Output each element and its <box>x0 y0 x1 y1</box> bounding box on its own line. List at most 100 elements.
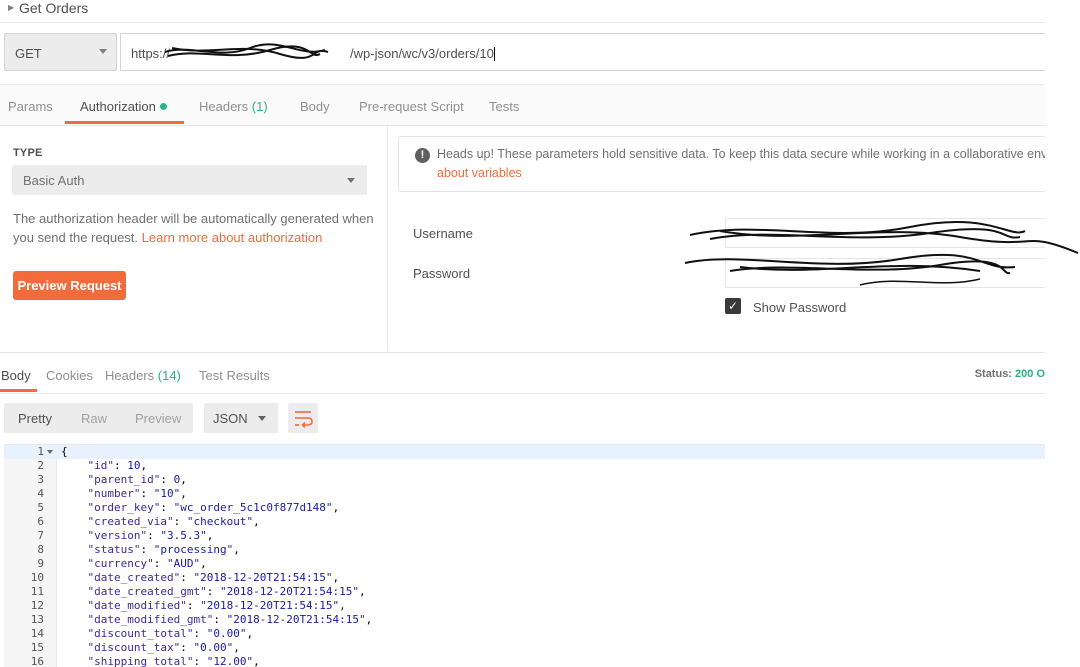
code-text: "created_via": "checkout", <box>87 515 260 528</box>
code-line: 13 "date_modified_gmt": "2018-12-20T21:5… <box>4 613 1045 627</box>
active-response-tab-underline <box>0 389 37 392</box>
json-key: "discount_total" <box>87 627 194 640</box>
code-text: { <box>61 445 68 458</box>
tab-response-headers[interactable]: Headers (14) <box>105 368 181 383</box>
code-line: 11 "date_created_gmt": "2018-12-20T21:54… <box>4 585 1045 599</box>
code-text: "number": "10", <box>87 487 187 500</box>
json-value: 0 <box>173 473 181 486</box>
tab-tests[interactable]: Tests <box>489 99 519 114</box>
json-key: "discount_tax" <box>87 641 181 654</box>
password-label: Password <box>413 266 471 281</box>
json-key: "date_modified" <box>87 599 187 612</box>
tab-headers[interactable]: Headers (1) <box>199 99 268 114</box>
code-line: 3 "parent_id": 0, <box>4 473 1045 487</box>
sensitive-data-warning: ! Heads up! These parameters hold sensit… <box>398 136 1045 192</box>
username-label: Username <box>413 226 473 241</box>
chevron-down-icon <box>99 49 107 54</box>
json-key: "date_created" <box>87 571 181 584</box>
caret-right-icon[interactable]: ▶ <box>8 3 14 12</box>
status-code: 200 O <box>1015 368 1045 380</box>
code-text: "currency": "AUD", <box>87 557 207 570</box>
code-line: 4 "number": "10", <box>4 487 1045 501</box>
fold-arrow-icon[interactable] <box>47 450 53 454</box>
code-line: 14 "discount_total": "0.00", <box>4 627 1045 641</box>
code-text: "date_modified_gmt": "2018-12-20T21:54:1… <box>87 613 373 626</box>
variables-link[interactable]: about variables <box>437 166 522 180</box>
line-number: 8 <box>37 543 44 556</box>
code-line: 7 "version": "3.5.3", <box>4 529 1045 543</box>
pretty-button[interactable]: Pretty <box>18 411 52 426</box>
code-text: "date_created": "2018-12-20T21:54:15", <box>87 571 340 584</box>
tab-cookies[interactable]: Cookies <box>46 368 93 383</box>
json-key: "currency" <box>87 557 154 570</box>
json-value: "2018-12-20T21:54:15" <box>200 599 340 612</box>
request-tabs: Params Authorization Headers (1) Body Pr… <box>0 84 1045 126</box>
json-value: "0.00" <box>193 641 234 654</box>
method-label: GET <box>15 46 42 61</box>
line-number: 3 <box>37 473 44 486</box>
code-line: 8 "status": "processing", <box>4 543 1045 557</box>
json-value: "checkout" <box>186 515 254 528</box>
json-value: "AUD" <box>166 557 201 570</box>
wrap-lines-icon <box>295 411 313 429</box>
json-key: "parent_id" <box>87 473 161 486</box>
code-text: "version": "3.5.3", <box>87 529 214 542</box>
tab-authorization[interactable]: Authorization <box>80 99 167 114</box>
json-value: "12.00" <box>206 655 254 667</box>
wrap-lines-button[interactable] <box>288 403 318 433</box>
json-key: "date_modified_gmt" <box>87 613 214 626</box>
json-key: "order_key" <box>87 501 161 514</box>
line-number: 4 <box>37 487 44 500</box>
method-select[interactable]: GET <box>4 33 117 71</box>
code-text: "status": "processing", <box>87 543 240 556</box>
line-number: 16 <box>30 655 44 667</box>
format-select[interactable]: JSON <box>204 403 278 433</box>
response-status: Status: 200 O <box>974 368 1045 380</box>
code-line: 15 "discount_tax": "0.00", <box>4 641 1045 655</box>
text-cursor <box>493 47 495 61</box>
learn-more-link[interactable]: Learn more about authorization <box>142 230 323 245</box>
json-value: "2018-12-20T21:54:15" <box>226 613 366 626</box>
line-number: 1 <box>37 445 44 458</box>
code-line: 6 "created_via": "checkout", <box>4 515 1045 529</box>
json-value: "2018-12-20T21:54:15" <box>193 571 333 584</box>
code-line: 12 "date_modified": "2018-12-20T21:54:15… <box>4 599 1045 613</box>
tab-params[interactable]: Params <box>8 99 53 114</box>
request-name-bar: ▶ Get Orders <box>0 0 1045 23</box>
preview-button[interactable]: Preview <box>135 411 181 426</box>
code-line: 9 "currency": "AUD", <box>4 557 1045 571</box>
json-key: "shipping_total" <box>87 655 194 667</box>
tab-body[interactable]: Body <box>300 99 330 114</box>
json-value: "10" <box>153 487 181 500</box>
json-key: "number" <box>87 487 141 500</box>
request-name[interactable]: Get Orders <box>19 0 88 16</box>
line-number: 10 <box>30 571 44 584</box>
tab-test-results[interactable]: Test Results <box>199 368 270 383</box>
code-text: "date_modified": "2018-12-20T21:54:15", <box>87 599 346 612</box>
auth-type-select[interactable]: Basic Auth <box>12 165 367 195</box>
code-line: 16 "shipping_total": "12.00", <box>4 655 1045 667</box>
code-line: 10 "date_created": "2018-12-20T21:54:15"… <box>4 571 1045 585</box>
json-value: "2018-12-20T21:54:15" <box>219 585 360 598</box>
tab-pre-request-script[interactable]: Pre-request Script <box>359 99 464 114</box>
line-number: 11 <box>30 585 44 598</box>
active-indicator-dot <box>159 103 167 110</box>
chevron-down-icon <box>258 416 266 421</box>
code-text: "date_created_gmt": "2018-12-20T21:54:15… <box>87 585 366 598</box>
url-redaction-scribble <box>164 43 329 59</box>
code-text: "id": 10, <box>87 459 148 472</box>
code-line: 2 "id": 10, <box>4 459 1045 473</box>
show-password-checkbox[interactable]: ✓ <box>725 298 741 314</box>
view-mode-group: Pretty Raw Preview <box>4 403 193 433</box>
line-number: 7 <box>37 529 44 542</box>
code-text: "parent_id": 0, <box>87 473 187 486</box>
preview-request-button[interactable]: Preview Request <box>13 271 126 300</box>
line-number: 5 <box>37 501 44 514</box>
raw-button[interactable]: Raw <box>81 411 107 426</box>
alert-icon: ! <box>415 148 430 163</box>
chevron-down-icon <box>347 178 355 183</box>
response-body-editor[interactable]: 1{2 "id": 10, 3 "parent_id": 0, 4 "number"… <box>4 444 1045 667</box>
tab-response-body[interactable]: Body <box>1 368 31 383</box>
json-value: "wc_order_5c1c0f877d148" <box>173 501 333 514</box>
json-key: "status" <box>87 543 141 556</box>
